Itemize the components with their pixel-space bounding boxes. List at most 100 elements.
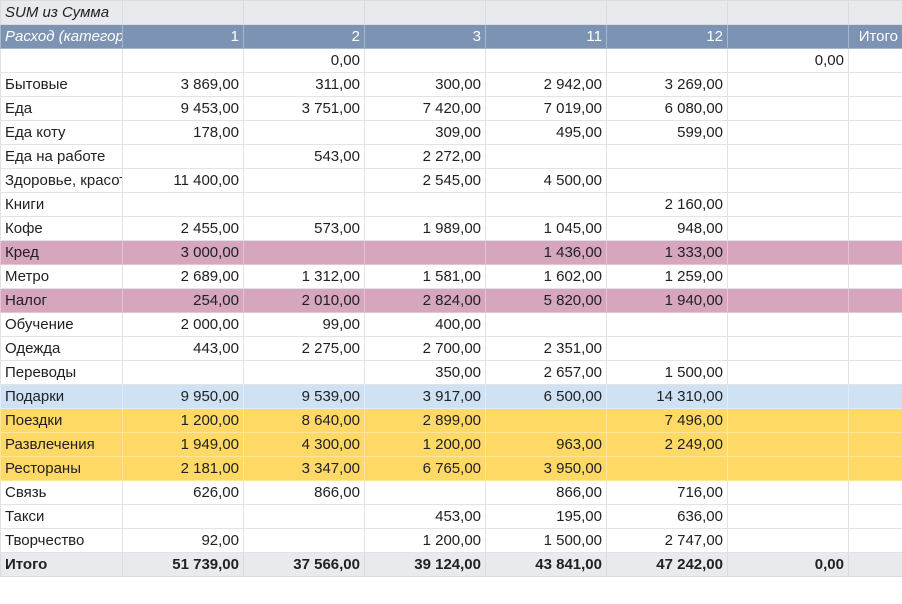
value-cell[interactable]: 1 259,00 <box>606 264 728 289</box>
value-cell[interactable] <box>606 312 728 337</box>
value-cell[interactable]: 8 640,00 <box>243 408 365 433</box>
value-cell[interactable]: 2 689,00 <box>122 264 244 289</box>
value-cell[interactable] <box>364 192 486 217</box>
category-cell[interactable]: Рестораны <box>0 456 123 481</box>
empty-cell[interactable] <box>727 0 849 25</box>
value-cell[interactable]: 4 300,00 <box>243 432 365 457</box>
value-cell[interactable] <box>122 48 244 73</box>
value-cell[interactable] <box>727 504 849 529</box>
value-cell[interactable] <box>727 192 849 217</box>
column-header-cell[interactable] <box>727 24 849 49</box>
value-cell[interactable]: 626,00 <box>122 480 244 505</box>
value-cell[interactable] <box>727 288 849 313</box>
total-value-cell[interactable]: 47 242,00 <box>606 552 728 577</box>
value-cell[interactable]: 1 500,00 <box>485 528 607 553</box>
value-cell[interactable]: 866,00 <box>243 480 365 505</box>
column-header-cell[interactable]: 11 <box>485 24 607 49</box>
total-value-cell[interactable]: 37 566,00 <box>243 552 365 577</box>
value-cell[interactable] <box>727 264 849 289</box>
empty-cell[interactable] <box>243 0 365 25</box>
empty-cell[interactable] <box>848 0 902 25</box>
value-cell[interactable]: 453,00 <box>364 504 486 529</box>
value-cell[interactable]: 2 700,00 <box>364 336 486 361</box>
column-header-cell[interactable]: 12 <box>606 24 728 49</box>
value-cell[interactable] <box>122 192 244 217</box>
value-cell[interactable]: 6 765,00 <box>364 456 486 481</box>
value-cell[interactable] <box>848 336 902 361</box>
value-cell[interactable]: 2 160,00 <box>606 192 728 217</box>
value-cell[interactable]: 2 455,00 <box>122 216 244 241</box>
value-cell[interactable] <box>727 360 849 385</box>
value-cell[interactable]: 599,00 <box>606 120 728 145</box>
total-value-cell[interactable] <box>848 552 902 577</box>
empty-cell[interactable] <box>364 0 486 25</box>
value-cell[interactable] <box>727 456 849 481</box>
category-cell[interactable]: Развлечения <box>0 432 123 457</box>
value-cell[interactable] <box>727 432 849 457</box>
value-cell[interactable]: 3 269,00 <box>606 72 728 97</box>
total-label-cell[interactable]: Итого <box>0 552 123 577</box>
value-cell[interactable]: 948,00 <box>606 216 728 241</box>
value-cell[interactable] <box>848 168 902 193</box>
category-cell[interactable]: Поездки <box>0 408 123 433</box>
value-cell[interactable]: 1 200,00 <box>364 528 486 553</box>
value-cell[interactable] <box>727 72 849 97</box>
category-cell[interactable] <box>0 48 123 73</box>
value-cell[interactable]: 0,00 <box>727 48 849 73</box>
value-cell[interactable]: 2 747,00 <box>606 528 728 553</box>
value-cell[interactable]: 6 500,00 <box>485 384 607 409</box>
value-cell[interactable]: 254,00 <box>122 288 244 313</box>
category-cell[interactable]: Здоровье, красота <box>0 168 123 193</box>
category-cell[interactable]: Метро <box>0 264 123 289</box>
category-cell[interactable]: Связь <box>0 480 123 505</box>
value-cell[interactable] <box>727 384 849 409</box>
value-cell[interactable]: 1 949,00 <box>122 432 244 457</box>
value-cell[interactable] <box>485 144 607 169</box>
value-cell[interactable] <box>727 528 849 553</box>
value-cell[interactable]: 400,00 <box>364 312 486 337</box>
value-cell[interactable] <box>243 240 365 265</box>
value-cell[interactable]: 350,00 <box>364 360 486 385</box>
value-cell[interactable] <box>122 360 244 385</box>
value-cell[interactable]: 5 820,00 <box>485 288 607 313</box>
value-cell[interactable]: 300,00 <box>364 72 486 97</box>
value-cell[interactable]: 2 000,00 <box>122 312 244 337</box>
value-cell[interactable] <box>848 264 902 289</box>
value-cell[interactable] <box>848 144 902 169</box>
value-cell[interactable]: 1 436,00 <box>485 240 607 265</box>
category-cell[interactable]: Налог <box>0 288 123 313</box>
value-cell[interactable] <box>848 72 902 97</box>
value-cell[interactable] <box>606 456 728 481</box>
value-cell[interactable] <box>727 336 849 361</box>
value-cell[interactable]: 2 181,00 <box>122 456 244 481</box>
value-cell[interactable]: 92,00 <box>122 528 244 553</box>
value-cell[interactable]: 866,00 <box>485 480 607 505</box>
total-value-cell[interactable]: 51 739,00 <box>122 552 244 577</box>
total-value-cell[interactable]: 0,00 <box>727 552 849 577</box>
value-cell[interactable] <box>727 96 849 121</box>
value-cell[interactable]: 1 989,00 <box>364 216 486 241</box>
value-cell[interactable] <box>243 192 365 217</box>
column-header-cell[interactable]: 1 <box>122 24 244 49</box>
value-cell[interactable]: 443,00 <box>122 336 244 361</box>
value-cell[interactable]: 2 657,00 <box>485 360 607 385</box>
value-cell[interactable] <box>848 288 902 313</box>
column-header-cell[interactable]: 2 <box>243 24 365 49</box>
row-header-cell[interactable]: Расход (категория) <box>0 24 123 49</box>
category-cell[interactable]: Еда коту <box>0 120 123 145</box>
value-cell[interactable] <box>848 192 902 217</box>
value-cell[interactable] <box>243 504 365 529</box>
value-cell[interactable] <box>848 432 902 457</box>
value-cell[interactable]: 9 950,00 <box>122 384 244 409</box>
value-cell[interactable] <box>243 120 365 145</box>
value-cell[interactable]: 1 200,00 <box>122 408 244 433</box>
value-cell[interactable]: 1 045,00 <box>485 216 607 241</box>
value-cell[interactable]: 2 010,00 <box>243 288 365 313</box>
category-cell[interactable]: Подарки <box>0 384 123 409</box>
value-cell[interactable]: 495,00 <box>485 120 607 145</box>
category-cell[interactable]: Еда на работе <box>0 144 123 169</box>
value-cell[interactable] <box>727 168 849 193</box>
value-cell[interactable]: 1 500,00 <box>606 360 728 385</box>
value-cell[interactable] <box>485 408 607 433</box>
category-cell[interactable]: Бытовые <box>0 72 123 97</box>
